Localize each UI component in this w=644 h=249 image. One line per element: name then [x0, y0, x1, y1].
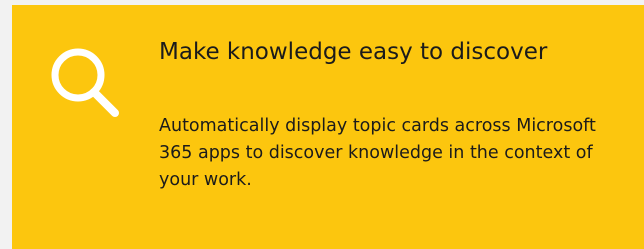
search-icon [36, 41, 132, 127]
feature-card: Make knowledge easy to discover Automati… [12, 5, 644, 249]
card-title: Make knowledge easy to discover [159, 39, 548, 65]
card-description: Automatically display topic cards across… [159, 116, 596, 190]
